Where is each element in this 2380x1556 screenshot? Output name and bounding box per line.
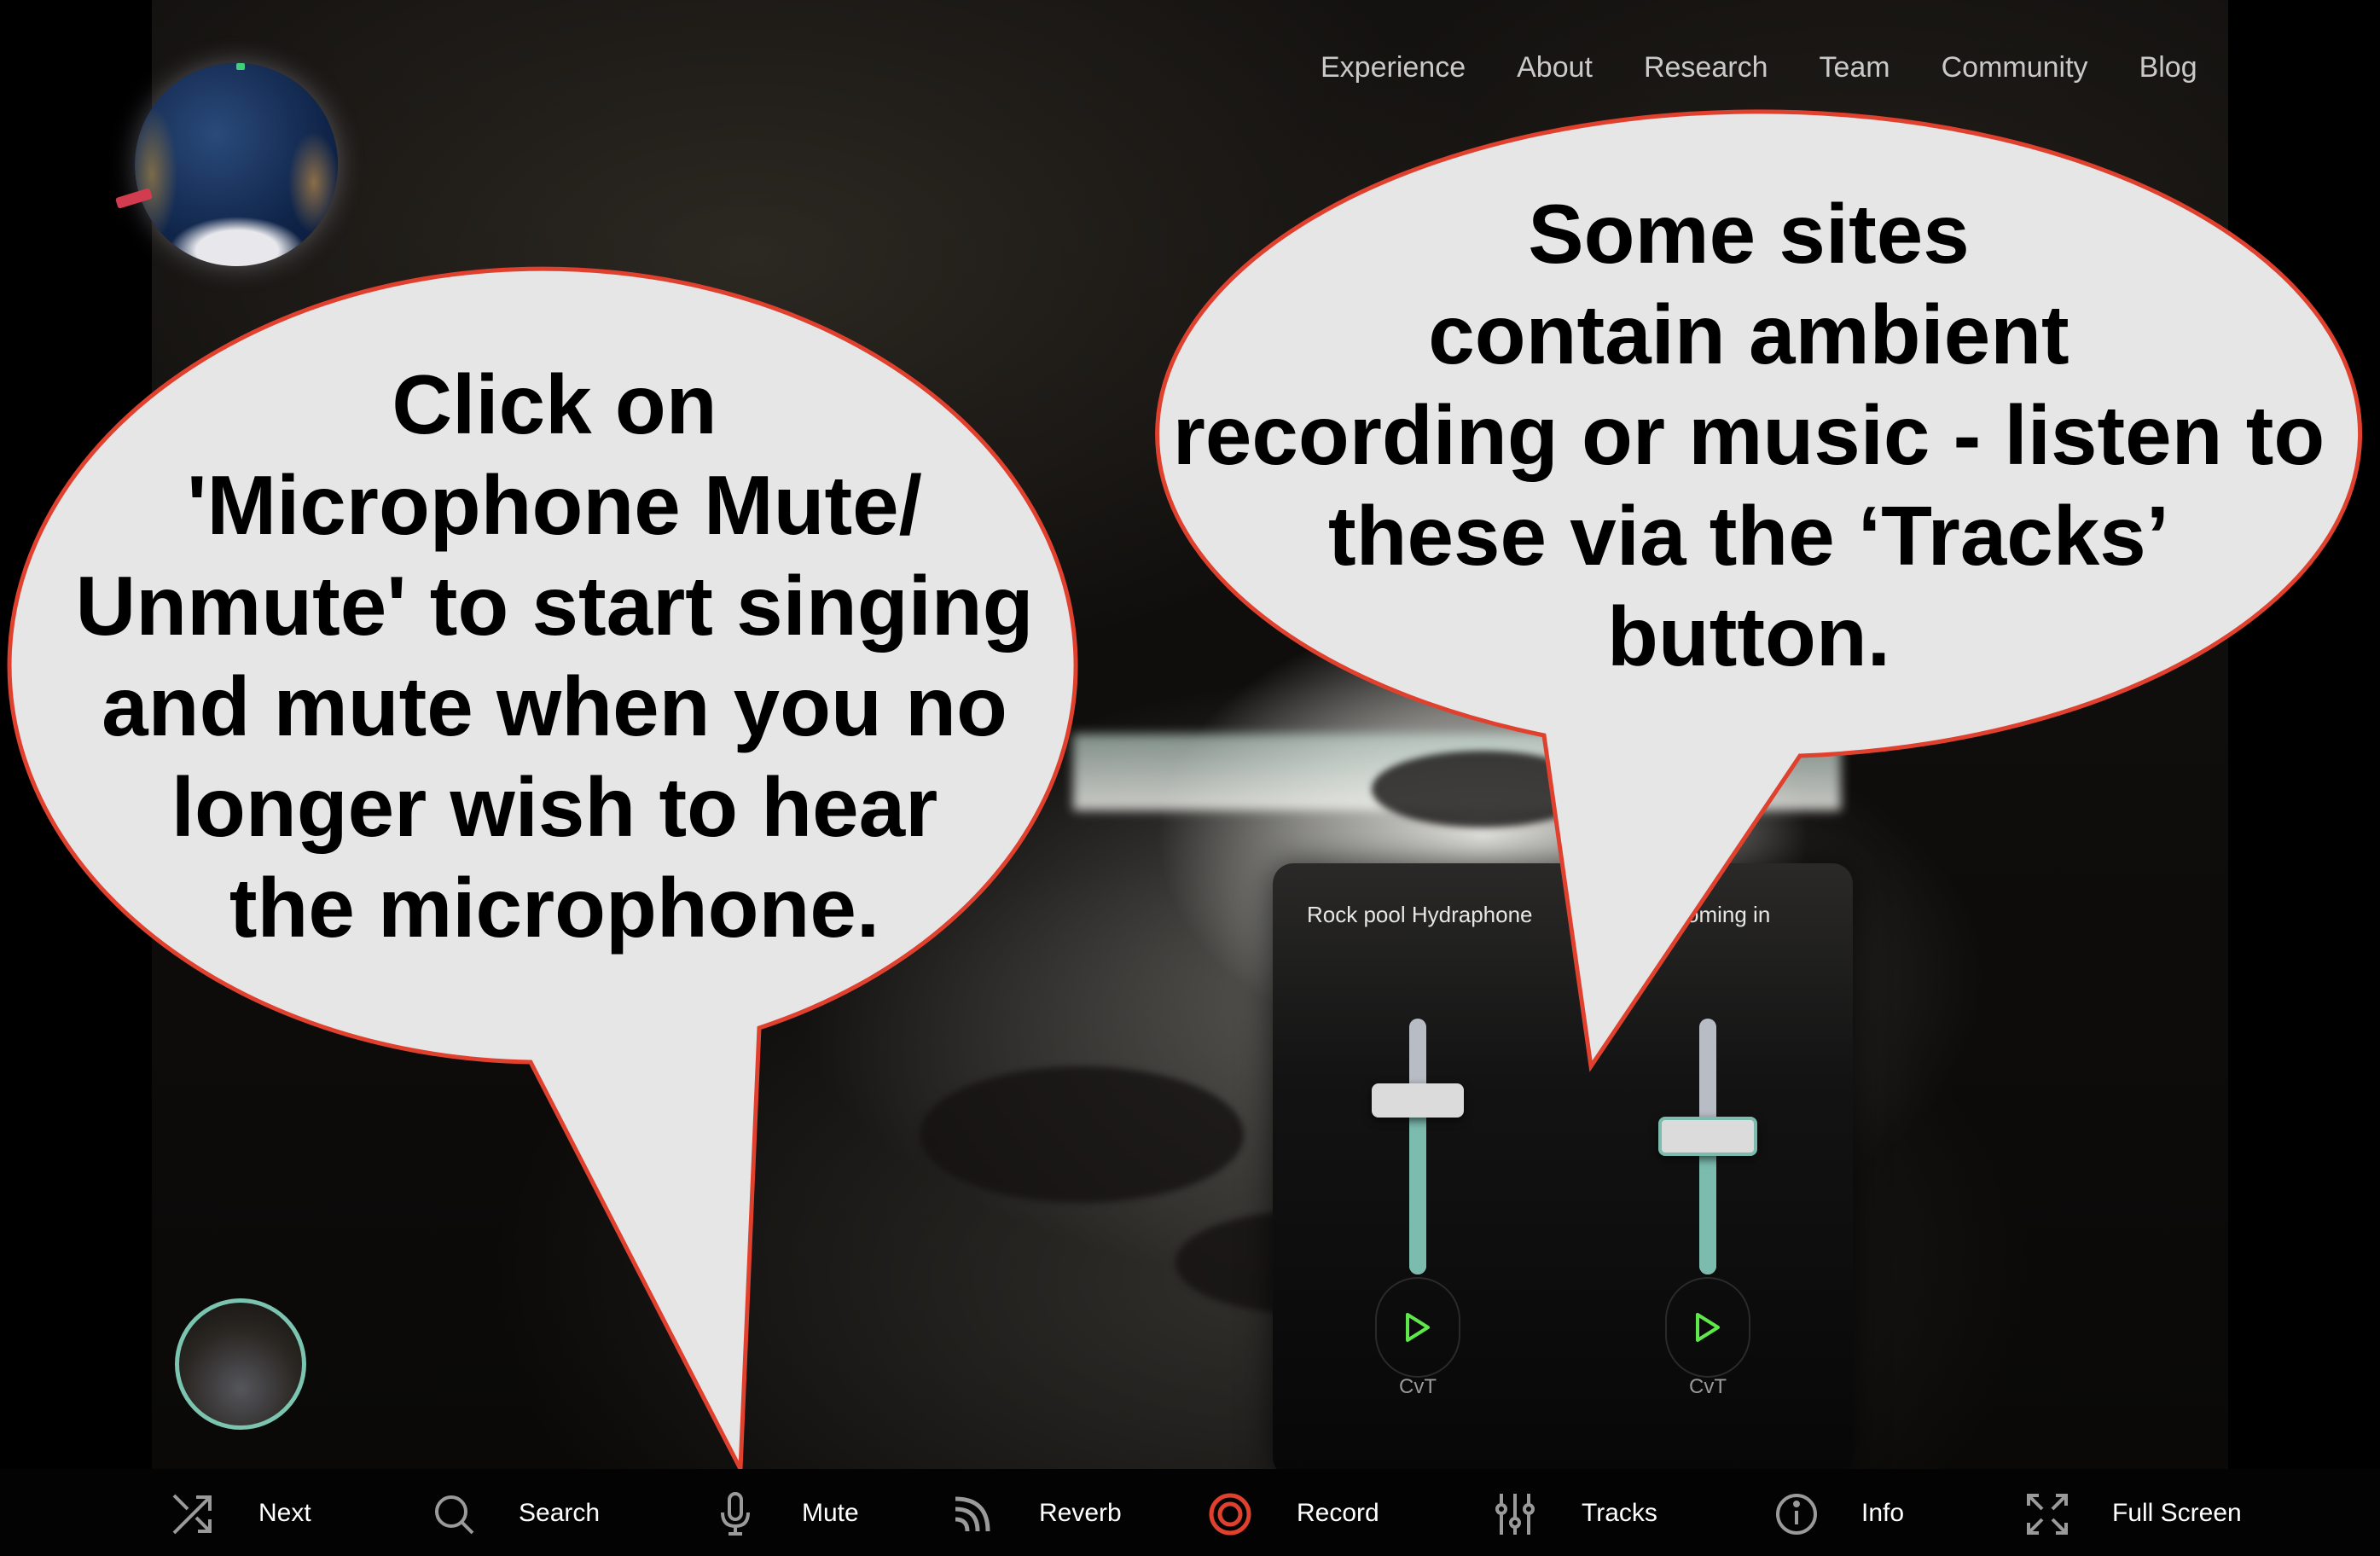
tracks-panel: Rock pool Hydraphone CvT coming in CvT bbox=[1273, 863, 1853, 1478]
nav-team[interactable]: Team bbox=[1819, 46, 1889, 89]
tracks-button[interactable]: Tracks bbox=[1493, 1492, 1657, 1536]
nav-research[interactable]: Research bbox=[1644, 46, 1768, 89]
record-icon bbox=[1208, 1492, 1252, 1536]
volume-slider-thumb[interactable] bbox=[1658, 1117, 1757, 1156]
track-item: coming in CvT bbox=[1563, 863, 1853, 1478]
reverb-icon bbox=[950, 1492, 995, 1536]
info-label: Info bbox=[1861, 1499, 1905, 1527]
callout-line: Click on bbox=[392, 357, 717, 451]
globe-location-marker[interactable] bbox=[236, 63, 245, 70]
callout-line: these via the ‘Tracks’ bbox=[1328, 489, 2169, 583]
search-label: Search bbox=[519, 1499, 601, 1527]
callout-left-text: Click on 'Microphone Mute/ Unmute' to st… bbox=[51, 354, 1058, 958]
callout-line: Unmute' to start singing bbox=[75, 559, 1034, 653]
next-label: Next bbox=[258, 1499, 311, 1527]
next-button[interactable]: Next bbox=[171, 1492, 311, 1536]
sliders-icon bbox=[1493, 1492, 1537, 1536]
callout-line: longer wish to hear bbox=[171, 760, 938, 854]
volume-slider-fill bbox=[1699, 1136, 1716, 1274]
top-nav: Experience About Research Team Community… bbox=[1321, 46, 2249, 89]
track-source-label: CvT bbox=[1399, 1375, 1437, 1398]
play-icon bbox=[1696, 1313, 1720, 1342]
fullscreen-label: Full Screen bbox=[2112, 1499, 2242, 1527]
track-title: coming in bbox=[1675, 902, 1771, 927]
reverb-button[interactable]: Reverb bbox=[950, 1492, 1122, 1536]
track-title: Rock pool Hydraphone bbox=[1307, 902, 1533, 927]
callout-line: Some sites bbox=[1528, 187, 1970, 281]
rock-shape bbox=[920, 1066, 1244, 1203]
callout-line: recording or music - listen to bbox=[1172, 388, 2325, 482]
record-button[interactable]: Record bbox=[1208, 1492, 1379, 1536]
reverb-label: Reverb bbox=[1039, 1499, 1122, 1527]
record-label: Record bbox=[1297, 1499, 1379, 1527]
location-thumbnail[interactable] bbox=[175, 1298, 306, 1430]
tracks-label: Tracks bbox=[1582, 1499, 1657, 1527]
callout-line: 'Microphone Mute/ bbox=[187, 458, 922, 552]
rock-shape bbox=[1372, 751, 1593, 827]
info-button[interactable]: Info bbox=[1774, 1492, 1904, 1536]
search-button[interactable]: Search bbox=[432, 1492, 600, 1536]
track-item: Rock pool Hydraphone CvT bbox=[1273, 863, 1563, 1478]
fullscreen-icon bbox=[2025, 1492, 2069, 1536]
callout-line: contain ambient bbox=[1428, 287, 2069, 381]
volume-slider-thumb[interactable] bbox=[1372, 1083, 1464, 1118]
microphone-icon bbox=[713, 1492, 758, 1536]
play-icon bbox=[1406, 1313, 1430, 1342]
callout-right-text: Some sites contain ambient recording or … bbox=[1143, 183, 2354, 687]
nav-community[interactable]: Community bbox=[1942, 46, 2088, 89]
shuffle-icon bbox=[171, 1492, 215, 1536]
track-source-label: CvT bbox=[1689, 1375, 1727, 1398]
mute-button[interactable]: Mute bbox=[713, 1492, 859, 1536]
fullscreen-button[interactable]: Full Screen bbox=[2025, 1492, 2242, 1536]
volume-slider-fill bbox=[1409, 1100, 1426, 1274]
bottom-toolbar: Next Search Mute Reverb Record Tracks In… bbox=[0, 1469, 2380, 1556]
globe-icon[interactable] bbox=[135, 63, 338, 266]
play-button[interactable] bbox=[1375, 1277, 1460, 1378]
volume-slider[interactable] bbox=[1372, 1019, 1464, 1274]
info-icon bbox=[1774, 1492, 1819, 1536]
search-icon bbox=[432, 1492, 476, 1536]
callout-line: and mute when you no bbox=[102, 659, 1007, 753]
nav-experience[interactable]: Experience bbox=[1321, 46, 1466, 89]
play-button[interactable] bbox=[1665, 1277, 1750, 1378]
volume-slider[interactable] bbox=[1658, 1019, 1757, 1274]
mute-label: Mute bbox=[802, 1499, 859, 1527]
callout-line: the microphone. bbox=[229, 861, 880, 955]
nav-blog[interactable]: Blog bbox=[2139, 46, 2197, 89]
nav-about[interactable]: About bbox=[1517, 46, 1593, 89]
callout-line: button. bbox=[1607, 589, 1890, 683]
